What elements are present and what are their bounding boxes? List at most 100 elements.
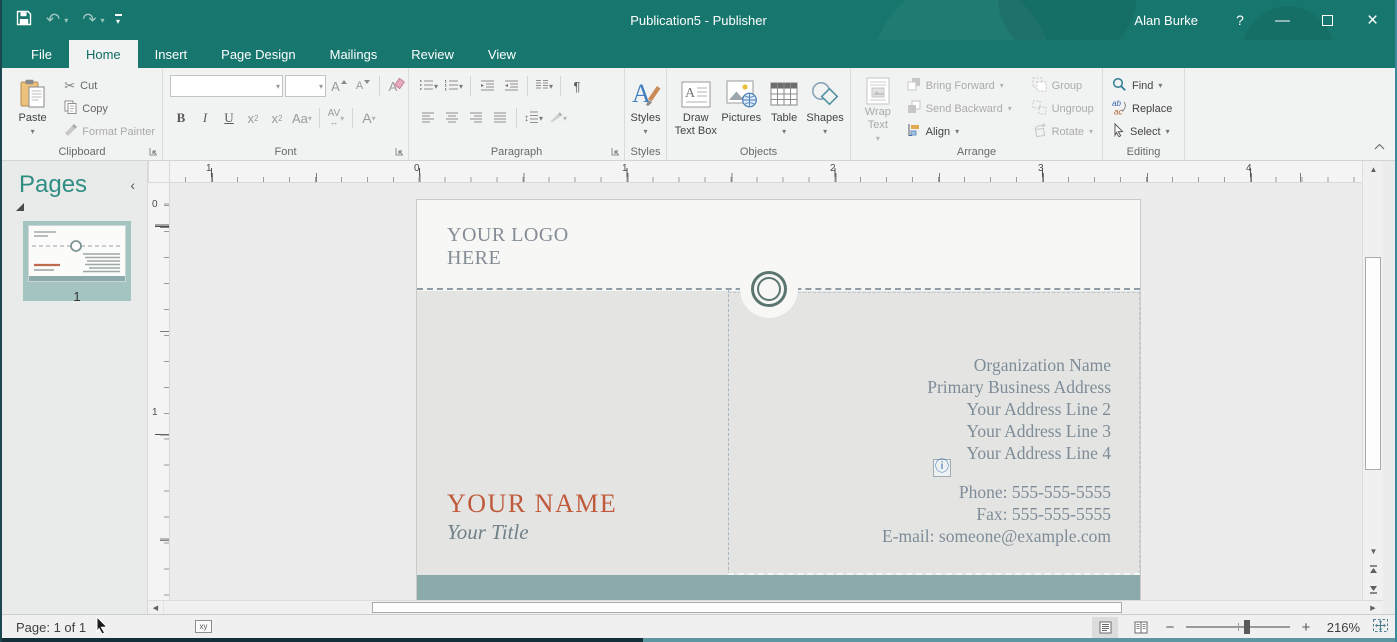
replace-button[interactable]: abacReplace: [1109, 98, 1175, 119]
logo-text-box[interactable]: YOUR LOGO HERE: [447, 224, 569, 270]
increase-indent-button[interactable]: [500, 75, 522, 97]
circle-ornament[interactable]: [740, 260, 798, 318]
shrink-font-button[interactable]: A: [352, 75, 374, 97]
zoom-slider-thumb[interactable]: [1244, 620, 1250, 634]
tab-mailings[interactable]: Mailings: [313, 40, 395, 68]
minimize-button[interactable]: —: [1260, 0, 1305, 40]
font-size-dropdown-icon[interactable]: ▾: [319, 82, 323, 91]
tab-view[interactable]: View: [471, 40, 533, 68]
pages-expander-icon[interactable]: [16, 203, 24, 211]
pictures-button[interactable]: Pictures: [719, 73, 765, 145]
numbering-button[interactable]: ▾: [442, 75, 465, 97]
paragraph-dialog-launcher-icon[interactable]: [610, 146, 621, 157]
vertical-scrollbar-thumb[interactable]: [1365, 257, 1381, 470]
columns-button[interactable]: ▾: [533, 75, 555, 97]
font-name-dropdown-icon[interactable]: ▾: [276, 82, 280, 91]
ribbon-tab-bar: File Home Insert Page Design Mailings Re…: [2, 40, 1395, 68]
window-bottom-edge: [2, 638, 1395, 642]
scroll-right-icon[interactable]: ▶: [1363, 601, 1383, 614]
show-paragraph-marks-button[interactable]: ¶: [566, 75, 588, 97]
shapes-button[interactable]: Shapes ▾: [804, 73, 846, 145]
copy-button[interactable]: Copy: [61, 98, 158, 119]
scroll-left-icon[interactable]: ◀: [148, 601, 164, 614]
bullets-button[interactable]: ▾: [417, 75, 440, 97]
table-button[interactable]: Table ▾: [764, 73, 804, 145]
zoom-out-button[interactable]: −: [1164, 619, 1176, 636]
character-spacing-button[interactable]: AV↔▾: [325, 107, 347, 129]
horizontal-ruler: 1 0 1 2 3 4: [170, 161, 1362, 183]
font-dialog-launcher-icon[interactable]: [394, 146, 405, 157]
next-page-icon[interactable]: [1363, 579, 1384, 598]
tab-file[interactable]: File: [14, 40, 69, 68]
account-user-name[interactable]: Alan Burke: [1112, 13, 1220, 28]
zoom-level[interactable]: 216%: [1322, 620, 1360, 635]
fit-page-icon[interactable]: [1372, 618, 1389, 636]
two-page-view-button[interactable]: [1128, 617, 1154, 638]
horizontal-scrollbar-thumb[interactable]: [372, 602, 1122, 613]
close-button[interactable]: ×: [1350, 0, 1395, 40]
format-painter-button[interactable]: Format Painter: [61, 121, 158, 142]
paste-dropdown-icon[interactable]: ▾: [31, 125, 35, 138]
previous-page-icon[interactable]: [1363, 560, 1384, 579]
wrap-text-button[interactable]: WrapText ▾: [856, 73, 900, 145]
decrease-indent-button[interactable]: [476, 75, 498, 97]
zoom-in-button[interactable]: +: [1300, 619, 1312, 636]
find-button[interactable]: Find▾: [1109, 75, 1175, 96]
hruler-number: 0: [414, 163, 420, 174]
font-size-combobox[interactable]: ▾: [285, 75, 326, 97]
underline-button[interactable]: U: [218, 107, 240, 129]
card-teal-bar[interactable]: [417, 575, 1140, 600]
single-page-view-button[interactable]: [1092, 617, 1118, 638]
help-icon[interactable]: ?: [1220, 12, 1260, 28]
justify-button[interactable]: [489, 107, 511, 129]
styles-button[interactable]: A Styles ▾: [629, 73, 662, 145]
maximize-button[interactable]: [1305, 0, 1350, 40]
align-left-button[interactable]: [417, 107, 439, 129]
paste-button[interactable]: Paste ▾: [10, 73, 55, 145]
contact-text-box[interactable]: Phone: 555-555-5555 Fax: 555-555-5555 E-…: [882, 481, 1111, 547]
tab-review[interactable]: Review: [394, 40, 471, 68]
draw-text-box-icon: A: [681, 76, 711, 112]
scroll-down-icon[interactable]: ▼: [1363, 543, 1384, 560]
ungroup-button[interactable]: Ungroup: [1029, 98, 1098, 119]
collapse-ribbon-icon[interactable]: [1374, 137, 1385, 155]
line-spacing-button[interactable]: ↕▾: [522, 107, 545, 129]
group-icon: [1032, 77, 1047, 95]
name-text-box[interactable]: YOUR NAME: [447, 489, 617, 519]
tab-home[interactable]: Home: [69, 40, 138, 68]
organization-text-box[interactable]: Organization Name Primary Business Addre…: [927, 354, 1111, 464]
align-right-button[interactable]: [465, 107, 487, 129]
bold-button[interactable]: B: [170, 107, 192, 129]
select-button[interactable]: Select▾: [1109, 121, 1175, 142]
italic-button[interactable]: I: [194, 107, 216, 129]
align-center-icon: [446, 112, 459, 124]
tab-insert[interactable]: Insert: [138, 40, 205, 68]
align-button[interactable]: Align▾: [904, 121, 1029, 142]
clear-formatting-button[interactable]: A: [385, 75, 407, 97]
align-center-button[interactable]: [441, 107, 463, 129]
page-thumbnail-selected[interactable]: 1: [23, 221, 131, 301]
font-color-button[interactable]: A▾: [358, 107, 380, 129]
tab-page-design[interactable]: Page Design: [204, 40, 312, 68]
bring-forward-button[interactable]: Bring Forward▾: [904, 75, 1029, 96]
grow-font-button[interactable]: A: [328, 75, 350, 97]
group-button[interactable]: Group: [1029, 75, 1098, 96]
publication-canvas[interactable]: YOUR LOGO HERE Organization Name Primary…: [170, 183, 1362, 600]
title-bar: ↶▾ ↷▾ ▾ Publication5 - Publisher Alan Bu…: [2, 0, 1395, 40]
cut-button[interactable]: ✂Cut: [61, 75, 158, 96]
send-backward-button[interactable]: Send Backward▾: [904, 98, 1029, 119]
subscript-button[interactable]: x2: [242, 107, 264, 129]
title-text-box[interactable]: Your Title: [447, 520, 529, 545]
smart-tag-info-icon[interactable]: ⓘ: [933, 459, 951, 477]
clipboard-dialog-launcher-icon[interactable]: [148, 146, 159, 157]
rotate-button[interactable]: Rotate▾: [1029, 121, 1098, 142]
border-shading-button[interactable]: ▾: [547, 107, 569, 129]
superscript-button[interactable]: x2: [266, 107, 288, 129]
draw-text-box-button[interactable]: A DrawText Box: [673, 73, 719, 145]
collapse-pages-panel-icon[interactable]: ‹: [130, 177, 135, 193]
svg-text:ac: ac: [1114, 108, 1122, 116]
zoom-slider[interactable]: [1186, 619, 1290, 635]
font-name-combobox[interactable]: ▾: [170, 75, 283, 97]
scroll-up-icon[interactable]: ▲: [1363, 161, 1384, 178]
change-case-button[interactable]: Aa▾: [290, 107, 314, 129]
